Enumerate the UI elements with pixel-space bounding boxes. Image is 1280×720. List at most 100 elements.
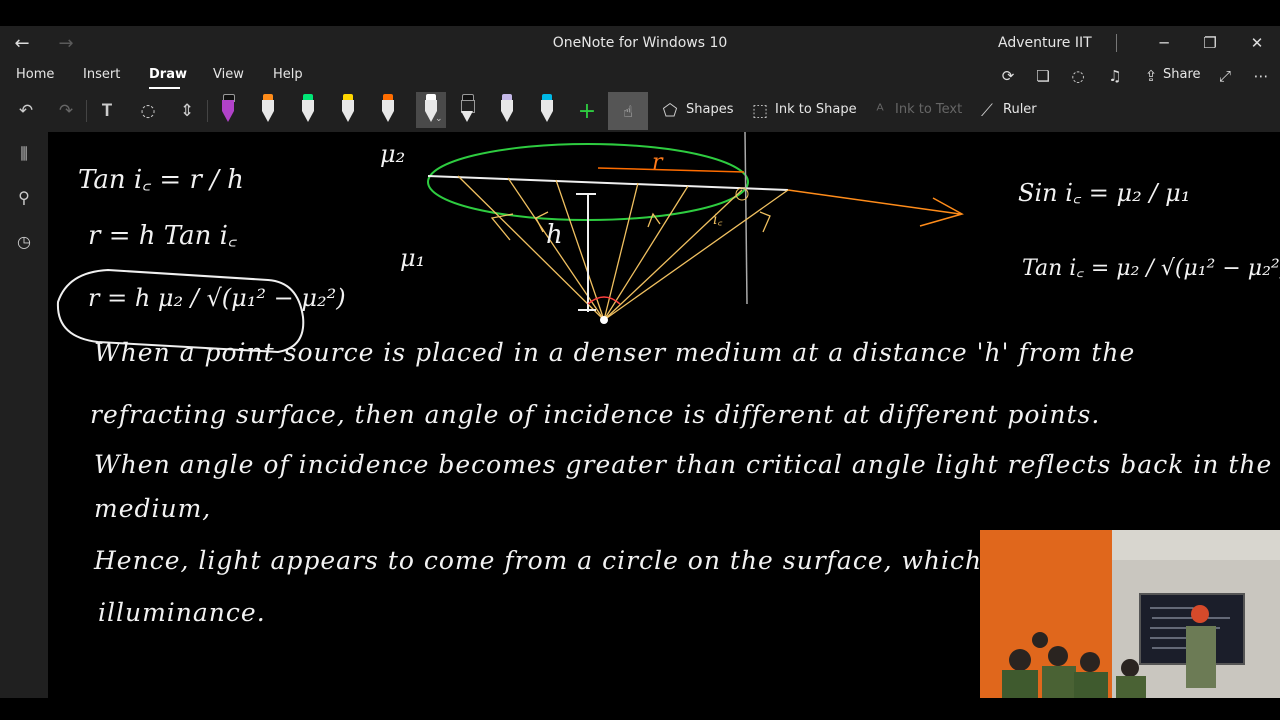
ink-to-shape-button[interactable]: ⬚ — [748, 96, 772, 126]
notebooks-icon: ⫼ — [20, 144, 28, 163]
pen-black[interactable] — [456, 92, 478, 128]
share-label[interactable]: Share — [1163, 67, 1201, 82]
chevron-down-icon: ⌄ — [435, 114, 443, 124]
pen-lavender[interactable] — [496, 92, 518, 128]
redo-icon: ↷ — [58, 101, 74, 121]
search-button[interactable]: ⚲ — [12, 185, 36, 209]
clock-icon: ◷ — [17, 231, 31, 251]
restore-icon: ❐ — [1203, 34, 1217, 52]
r-label: r — [652, 150, 663, 175]
lasso-icon: ◌ — [140, 101, 156, 121]
undo-button[interactable]: ↶ — [12, 96, 40, 126]
close-icon: ✕ — [1250, 34, 1264, 52]
back-button[interactable]: ← — [0, 26, 44, 60]
share-button[interactable]: ⇪ — [1140, 65, 1162, 87]
ruler-label[interactable]: Ruler — [1003, 102, 1037, 117]
h-label: h — [546, 220, 563, 250]
notebooks-button[interactable]: ⫼ — [12, 142, 36, 166]
eq-tan-ic: Tan i꜀ = r / h — [78, 165, 244, 195]
pen-purple[interactable] — [217, 92, 239, 128]
touch-draw-button[interactable]: ☝ — [608, 92, 648, 130]
radius-arrow — [597, 167, 745, 173]
mu2-label: μ₂ — [380, 140, 406, 168]
pen-tip — [342, 111, 354, 122]
eq-boxed-result: r = h μ₂ / √(μ₁² − μ₂²) — [88, 284, 346, 312]
pen-yellow[interactable] — [337, 92, 359, 128]
more-button[interactable]: ⋯ — [1250, 65, 1272, 87]
account-name[interactable]: Adventure IIT — [998, 35, 1092, 51]
close-button[interactable]: ✕ — [1234, 26, 1280, 60]
ink-to-text-button[interactable]: ᴬ — [868, 96, 892, 126]
active-tab-indicator — [149, 87, 180, 89]
sync-button[interactable]: ⟳ — [997, 65, 1019, 87]
restore-button[interactable]: ❐ — [1187, 26, 1233, 60]
toolbar-separator — [86, 100, 87, 122]
note-line-2: refracting surface, then angle of incide… — [90, 400, 1101, 429]
tab-help[interactable]: Help — [273, 67, 303, 82]
normal-line — [744, 132, 748, 305]
pen-body — [302, 100, 314, 111]
pen-tip — [501, 111, 513, 122]
shapes-button[interactable]: ⬠ — [658, 96, 682, 126]
classroom-video-image — [980, 530, 1280, 698]
pen-green[interactable] — [297, 92, 319, 128]
tab-view[interactable]: View — [213, 67, 244, 82]
notifications-button[interactable]: ♫ — [1104, 65, 1126, 87]
pen-white-selected[interactable]: ⌄ — [416, 92, 446, 128]
pen-body — [501, 100, 513, 111]
type-select-button[interactable]: 𝐓 — [92, 96, 122, 126]
draw-toolbar: ↶ ↷ 𝐓 ◌ ⇕ ⌄ + ☝ ⬠ Shapes ⬚ Ink to Shape … — [0, 90, 1280, 132]
note-line-3: When angle of incidence becomes greater … — [94, 450, 1273, 479]
tips-button[interactable]: ◌ — [1067, 65, 1089, 87]
tab-draw[interactable]: Draw — [149, 67, 187, 82]
pages-icon: ❏ — [1036, 67, 1050, 85]
minimize-icon: ─ — [1159, 34, 1169, 52]
text-cursor-icon: 𝐓 — [101, 101, 113, 121]
top-black-band — [0, 0, 1280, 26]
note-line-1: When a point source is placed in a dense… — [94, 338, 1136, 367]
point-source — [600, 316, 608, 324]
recent-button[interactable]: ◷ — [12, 229, 36, 253]
pages-button[interactable]: ❏ — [1032, 65, 1054, 87]
pen-body — [262, 100, 274, 111]
tab-insert[interactable]: Insert — [83, 67, 120, 82]
pen-tip — [382, 111, 394, 122]
add-space-button[interactable]: ⇕ — [172, 96, 202, 126]
pen-cyan[interactable] — [536, 92, 558, 128]
arrow-left-icon: ← — [14, 32, 30, 54]
pen-tip — [222, 111, 234, 122]
bell-icon: ♫ — [1108, 67, 1122, 85]
pen-body — [222, 100, 234, 111]
ink-to-text-label[interactable]: Ink to Text — [895, 102, 962, 117]
lightbulb-icon: ◌ — [1071, 67, 1085, 85]
lasso-select-button[interactable]: ◌ — [133, 96, 163, 126]
search-icon: ⚲ — [18, 187, 30, 207]
add-pen-button[interactable]: + — [574, 96, 600, 126]
pen-orange[interactable] — [257, 92, 279, 128]
pen-body — [425, 100, 437, 111]
menu-bar: Home Insert Draw View Help ⟳ ❏ ◌ ♫ ⇪ Sha… — [0, 60, 1280, 90]
note-line-5: Hence, light appears to come from a circ… — [94, 546, 983, 575]
left-sidebar: ⫼ ⚲ ◷ — [0, 132, 48, 698]
ink-to-shape-icon: ⬚ — [751, 101, 769, 121]
undo-icon: ↶ — [18, 101, 34, 121]
share-icon: ⇪ — [1144, 67, 1158, 85]
pen-tip — [302, 111, 314, 122]
forward-button[interactable]: → — [44, 26, 88, 60]
redo-button[interactable]: ↷ — [52, 96, 80, 126]
ink-to-shape-label[interactable]: Ink to Shape — [775, 102, 857, 117]
ruler-button[interactable]: ⟋ — [975, 96, 999, 126]
minimize-button[interactable]: ─ — [1141, 26, 1187, 60]
expand-icon: ⤢ — [1218, 67, 1231, 85]
eq-r-h-tan: r = h Tan i꜀ — [88, 221, 237, 251]
fullscreen-button[interactable]: ⤢ — [1214, 65, 1236, 87]
refracting-surface-line — [427, 175, 789, 191]
note-line-4: medium, — [94, 494, 212, 523]
pen-tip — [461, 111, 473, 122]
title-bar: ← → OneNote for Windows 10 Adventure IIT… — [0, 26, 1280, 60]
pen-dark-orange[interactable] — [377, 92, 399, 128]
tab-home[interactable]: Home — [16, 67, 54, 82]
shapes-label[interactable]: Shapes — [686, 102, 733, 117]
plus-icon: + — [577, 98, 597, 124]
arrow-right-icon: → — [58, 32, 74, 54]
